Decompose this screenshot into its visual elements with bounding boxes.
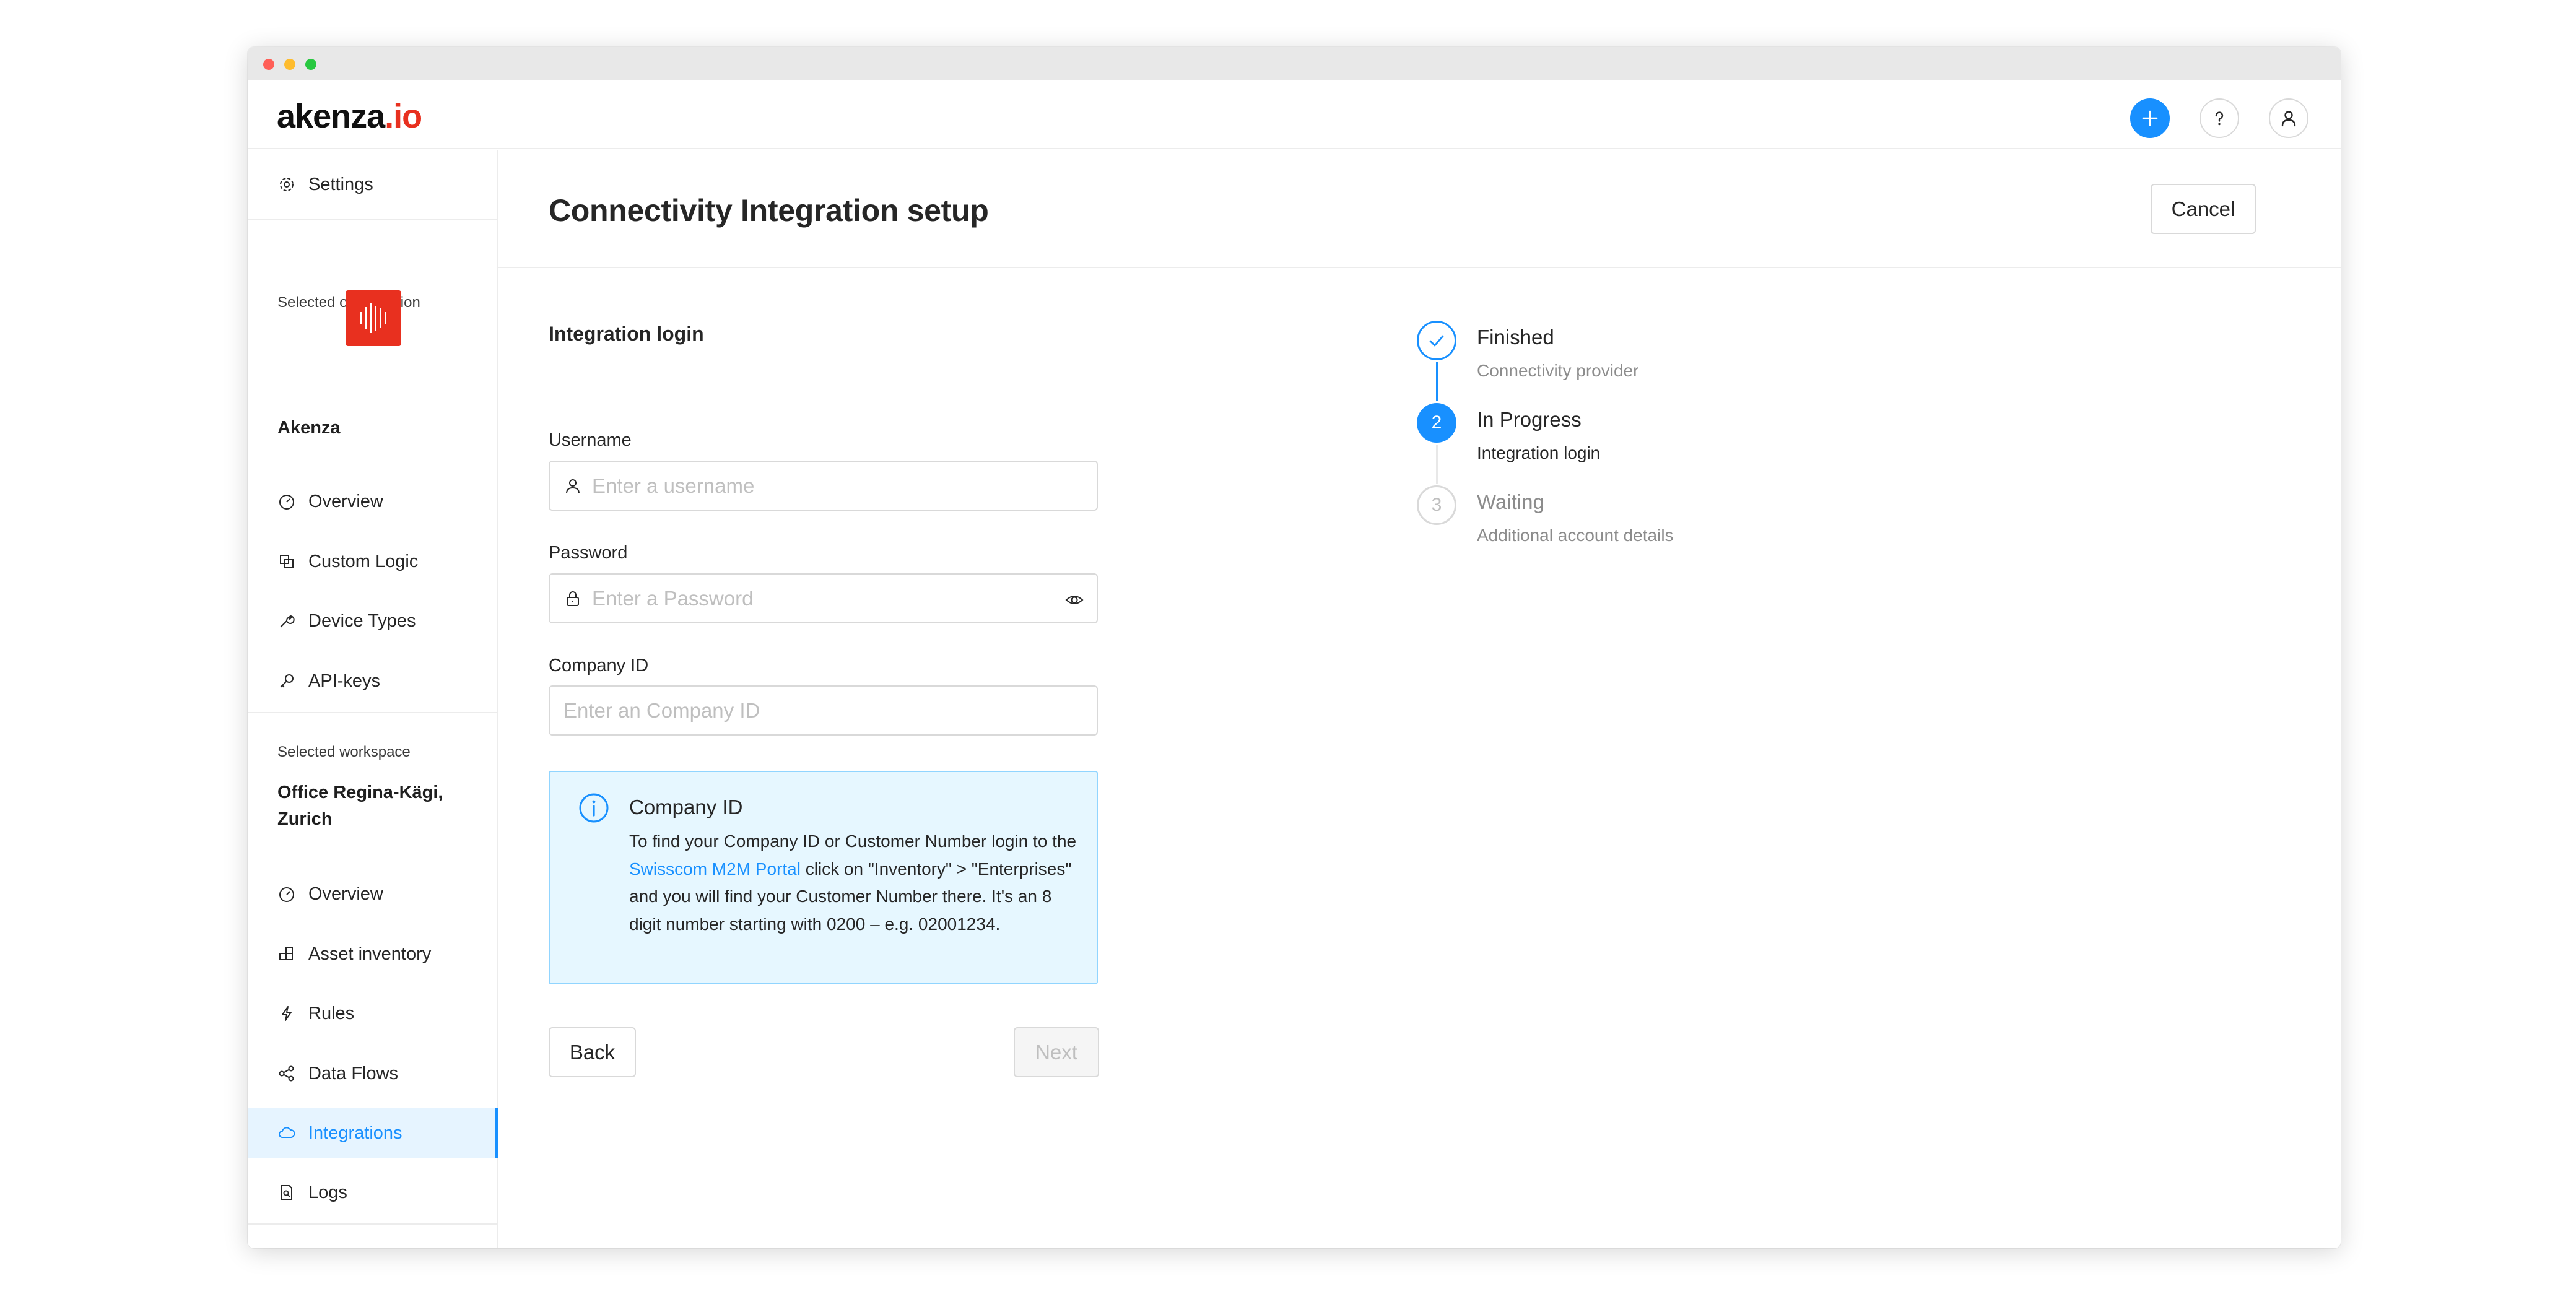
info-circle-icon: [579, 793, 609, 823]
sidebar-item-label: Custom Logic: [308, 551, 419, 571]
dashboard-icon: [277, 492, 296, 511]
sidebar-item-label: Data Flows: [308, 1063, 399, 1083]
company-id-input[interactable]: Enter an Company ID: [549, 685, 1098, 736]
eye-icon[interactable]: [1064, 590, 1084, 610]
step-3-icon: 3: [1417, 485, 1456, 525]
tool-icon: [277, 612, 296, 630]
sidebar-item-asset-inventory[interactable]: Asset inventory: [248, 929, 497, 979]
sidebar-item-api-keys[interactable]: API-keys: [248, 656, 497, 706]
password-input[interactable]: Enter a Password: [549, 573, 1098, 623]
next-button[interactable]: Next: [1014, 1027, 1099, 1077]
sidebar-item-label: API-keys: [308, 671, 381, 691]
organization-logo: [346, 290, 401, 346]
sidebar-item-settings[interactable]: Settings: [248, 160, 497, 209]
step-2-description: Integration login: [1477, 443, 1601, 462]
step-2-icon: 2: [1417, 403, 1456, 443]
help-button[interactable]: [2200, 98, 2239, 138]
sidebar-item-rules[interactable]: Rules: [248, 989, 497, 1038]
user-icon: [564, 477, 582, 495]
form-section-title: Integration login: [549, 323, 704, 345]
gear-icon: [277, 175, 296, 194]
step-connector: [1436, 362, 1438, 401]
company-id-placeholder: Enter an Company ID: [564, 698, 760, 722]
step-1-status: Finished: [1477, 326, 1554, 349]
sidebar-item-custom-logic[interactable]: Custom Logic: [248, 537, 497, 586]
info-body: To find your Company ID or Customer Numb…: [629, 828, 1081, 938]
thunderbolt-icon: [277, 1004, 296, 1023]
step-1-description: Connectivity provider: [1477, 361, 1639, 380]
plus-icon: [2142, 110, 2158, 126]
sidebar-item-label: Integrations: [308, 1122, 402, 1143]
sidebar-item-label: Overview: [308, 883, 383, 904]
password-label: Password: [549, 543, 628, 563]
user-icon: [2281, 111, 2296, 127]
sidebar-item-label: Device Types: [308, 610, 416, 631]
maximize-window-button[interactable]: [305, 59, 316, 70]
password-placeholder: Enter a Password: [592, 586, 754, 610]
page-header: Connectivity Integration setup Cancel: [498, 150, 2341, 268]
sidebar-item-label: Settings: [308, 174, 373, 194]
company-id-info-alert: Company ID To find your Company ID or Cu…: [549, 771, 1098, 984]
blocks-icon: [277, 945, 296, 963]
user-account-button[interactable]: [2269, 98, 2308, 138]
sidebar-item-integrations[interactable]: Integrations: [248, 1108, 498, 1158]
cloud-icon: [277, 1124, 296, 1142]
step-connector: [1436, 445, 1438, 484]
sidebar-item-workspace-overview[interactable]: Overview: [248, 869, 497, 919]
step-2-status: In Progress: [1477, 408, 1582, 431]
sidebar-item-org-overview[interactable]: Overview: [248, 477, 497, 526]
step-3-status: Waiting: [1477, 490, 1544, 513]
logo-text: akenza: [277, 98, 385, 135]
sidebar-item-device-types[interactable]: Device Types: [248, 596, 497, 646]
sidebar-item-label: Logs: [308, 1182, 347, 1202]
back-button[interactable]: Back: [549, 1027, 636, 1077]
lock-icon: [564, 589, 582, 608]
check-icon: [1429, 335, 1444, 347]
sidebar-item-data-flows[interactable]: Data Flows: [248, 1049, 497, 1098]
minimize-window-button[interactable]: [284, 59, 295, 70]
info-title: Company ID: [629, 796, 743, 818]
step-3-description: Additional account details: [1477, 526, 1674, 545]
sidebar-divider: [248, 219, 497, 220]
main-content: Connectivity Integration setup Cancel In…: [498, 150, 2341, 1248]
cancel-button[interactable]: Cancel: [2151, 184, 2256, 234]
app-window: akenza.io Settings Selected organization: [248, 47, 2341, 1248]
sidebar-item-logs[interactable]: Logs: [248, 1168, 497, 1217]
organization-name: Akenza: [277, 418, 341, 438]
info-body-text: To find your Company ID or Customer Numb…: [629, 831, 1077, 851]
sound-bars-icon: [360, 303, 386, 333]
username-input[interactable]: Enter a username: [549, 461, 1098, 511]
dashboard-icon: [277, 885, 296, 903]
workspace-section-label: Selected workspace: [277, 744, 411, 760]
sidebar-item-label: Rules: [308, 1003, 355, 1023]
step-finished-icon: [1417, 321, 1456, 360]
copy-icon: [277, 552, 296, 571]
page-title: Connectivity Integration setup: [549, 193, 989, 228]
top-navigation-bar: akenza.io: [248, 80, 2341, 149]
sidebar-divider: [248, 1223, 497, 1225]
add-button[interactable]: [2130, 98, 2170, 138]
window-titlebar: [248, 47, 2341, 80]
file-search-icon: [277, 1183, 296, 1202]
close-window-button[interactable]: [263, 59, 274, 70]
sidebar: Settings Selected organization Akenza Ov…: [248, 150, 498, 1248]
username-placeholder: Enter a username: [592, 474, 755, 497]
logo-tld: .io: [385, 98, 422, 135]
sidebar-item-label: Overview: [308, 491, 383, 511]
akenza-logo[interactable]: akenza.io: [277, 97, 422, 136]
sidebar-item-label: Asset inventory: [308, 944, 432, 964]
key-icon: [277, 672, 296, 690]
sidebar-divider: [248, 712, 497, 713]
swisscom-portal-link[interactable]: Swisscom M2M Portal: [629, 859, 801, 879]
company-id-label: Company ID: [549, 656, 649, 675]
username-label: Username: [549, 430, 632, 450]
share-icon: [277, 1064, 296, 1083]
question-icon: [2215, 111, 2224, 126]
workspace-name: Office Regina-Kägi, Zurich: [277, 783, 443, 829]
